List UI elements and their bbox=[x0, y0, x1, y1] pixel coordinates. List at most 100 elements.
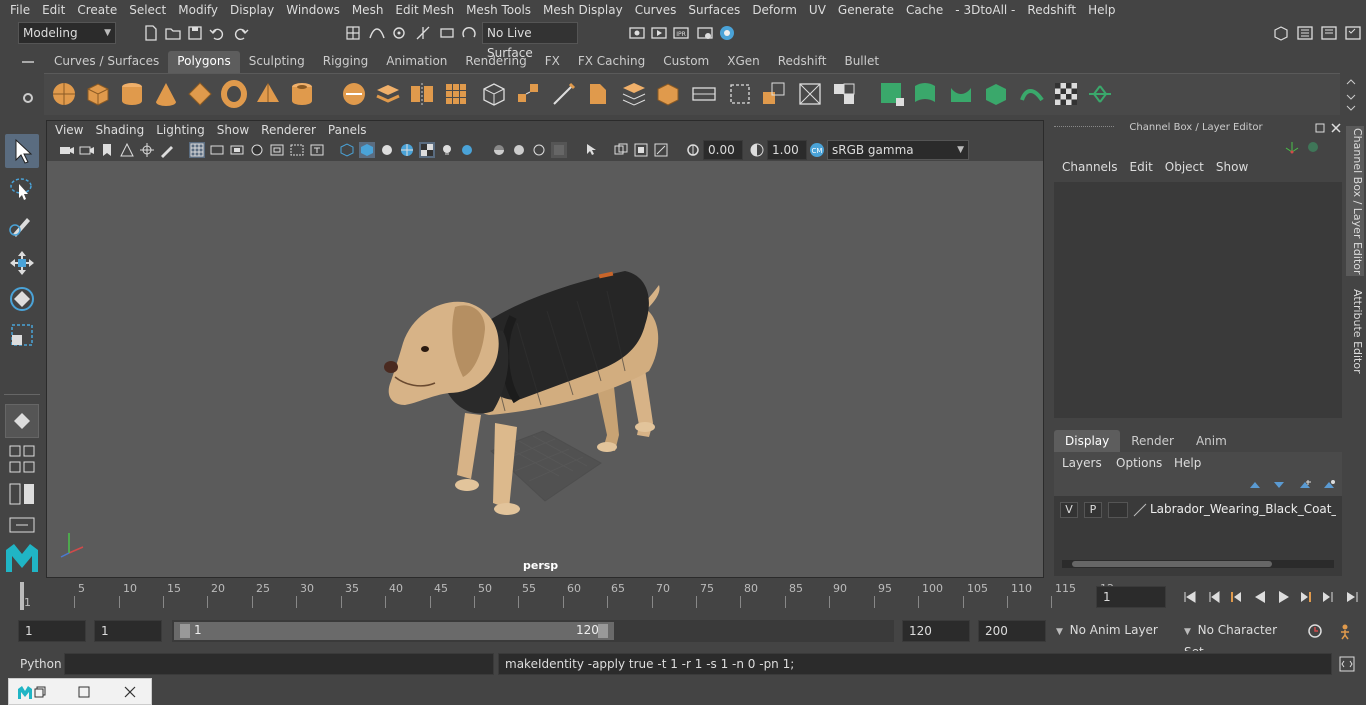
maximize-icon[interactable] bbox=[77, 685, 91, 699]
toggle-tool-settings-icon[interactable] bbox=[1344, 24, 1362, 42]
green-poly-tool-4-icon[interactable] bbox=[982, 80, 1010, 108]
close-icon[interactable] bbox=[123, 685, 137, 699]
grid-toggle-icon[interactable] bbox=[189, 142, 205, 158]
new-scene-icon[interactable] bbox=[142, 24, 160, 42]
poly-sphere-icon[interactable] bbox=[50, 80, 78, 108]
menu-deform[interactable]: Deform bbox=[746, 3, 803, 17]
side-by-side-layout-icon[interactable] bbox=[8, 482, 36, 506]
layer-tab-render[interactable]: Render bbox=[1120, 430, 1185, 452]
play-backwards-icon[interactable] bbox=[1252, 589, 1268, 605]
shelf-tab-redshift[interactable]: Redshift bbox=[769, 51, 836, 73]
wireframe-icon[interactable] bbox=[339, 142, 355, 158]
channel-box-menu-show[interactable]: Show bbox=[1210, 160, 1254, 174]
render-sequence-icon[interactable] bbox=[650, 24, 668, 42]
viewport-menu-renderer[interactable]: Renderer bbox=[255, 123, 322, 137]
animation-preferences-icon[interactable] bbox=[1336, 622, 1354, 640]
shadows-icon[interactable] bbox=[459, 142, 475, 158]
close-icon[interactable] bbox=[1330, 122, 1342, 134]
rotate-tool-button[interactable] bbox=[5, 282, 39, 316]
ipr-render-icon[interactable]: IPR bbox=[672, 24, 690, 42]
depth-of-field-icon[interactable] bbox=[551, 142, 567, 158]
menu-uv[interactable]: UV bbox=[803, 3, 832, 17]
menu-windows[interactable]: Windows bbox=[280, 3, 346, 17]
exposure-field[interactable]: 0.00 bbox=[703, 140, 743, 160]
make-live-icon[interactable] bbox=[460, 24, 478, 42]
bevel-icon[interactable] bbox=[584, 80, 612, 108]
menu-redshift[interactable]: Redshift bbox=[1021, 3, 1082, 17]
shelf-tab-rendering[interactable]: Rendering bbox=[456, 51, 535, 73]
new-layer-icon[interactable] bbox=[1298, 478, 1312, 492]
shelf-scroll-arrows-icon[interactable] bbox=[1346, 78, 1356, 112]
render-frame-icon[interactable] bbox=[628, 24, 646, 42]
poly-cube-icon[interactable] bbox=[84, 80, 112, 108]
color-management-icon[interactable]: CM bbox=[809, 142, 825, 158]
animation-start-field[interactable]: 1 bbox=[18, 620, 86, 642]
anti-aliasing-icon[interactable] bbox=[531, 142, 547, 158]
lasso-tool-button[interactable] bbox=[5, 172, 39, 206]
script-editor-icon[interactable] bbox=[1338, 655, 1356, 673]
move-tool-button[interactable] bbox=[5, 246, 39, 280]
layer-display-type-toggle[interactable] bbox=[1108, 502, 1128, 518]
poly-pyramid-icon[interactable] bbox=[254, 80, 282, 108]
move-layer-down-icon[interactable] bbox=[1272, 478, 1286, 492]
current-frame-field[interactable]: 1 bbox=[1096, 586, 1166, 608]
shelf-tab-xgen[interactable]: XGen bbox=[718, 51, 769, 73]
safe-action-icon[interactable] bbox=[289, 142, 305, 158]
gate-mask-icon[interactable] bbox=[249, 142, 265, 158]
shelf-tab-fx[interactable]: FX bbox=[536, 51, 569, 73]
grease-pencil-icon[interactable] bbox=[159, 142, 175, 158]
poly-torus-icon[interactable] bbox=[220, 80, 248, 108]
options-menu[interactable]: Options bbox=[1116, 456, 1162, 470]
xray-joints-icon[interactable] bbox=[633, 142, 649, 158]
layer-visibility-toggle[interactable]: V bbox=[1060, 502, 1078, 518]
channel-box-menu-channels[interactable]: Channels bbox=[1056, 160, 1124, 174]
layer-tab-display[interactable]: Display bbox=[1054, 430, 1121, 452]
resolution-gate-icon[interactable] bbox=[229, 142, 245, 158]
multi-cut-icon[interactable] bbox=[550, 80, 578, 108]
shelf-tab-sculpting[interactable]: Sculpting bbox=[240, 51, 314, 73]
restore-icon[interactable] bbox=[33, 685, 47, 699]
move-layer-up-icon[interactable] bbox=[1248, 478, 1262, 492]
live-surface-field[interactable]: No Live Surface bbox=[482, 22, 578, 60]
menu-select[interactable]: Select bbox=[123, 3, 172, 17]
shelf-tab-bullet[interactable]: Bullet bbox=[835, 51, 888, 73]
xray-active-components-icon[interactable] bbox=[653, 142, 669, 158]
bookmark-icon[interactable] bbox=[99, 142, 115, 158]
separate-icon[interactable] bbox=[374, 80, 402, 108]
snap-point-icon[interactable] bbox=[390, 24, 408, 42]
paint-select-tool-button[interactable] bbox=[5, 208, 39, 242]
animation-end-field[interactable]: 200 bbox=[978, 620, 1046, 642]
play-forwards-icon[interactable] bbox=[1276, 589, 1292, 605]
viewport-menu-show[interactable]: Show bbox=[211, 123, 255, 137]
single-perspective-layout-button[interactable] bbox=[5, 404, 39, 438]
outliner-layout-icon[interactable] bbox=[8, 516, 36, 534]
current-time-indicator[interactable] bbox=[20, 582, 24, 610]
textured-icon[interactable] bbox=[419, 142, 435, 158]
xray-icon[interactable] bbox=[613, 142, 629, 158]
shelf-settings-gear-icon[interactable] bbox=[20, 90, 36, 106]
four-view-layout-icon[interactable] bbox=[8, 444, 36, 474]
anim-layer-dropdown[interactable]: ▼ No Anim Layer bbox=[1052, 620, 1174, 642]
green-poly-tool-1-icon[interactable] bbox=[878, 80, 906, 108]
step-forward-key-icon[interactable] bbox=[1320, 589, 1336, 605]
layers-menu[interactable]: Layers bbox=[1062, 456, 1102, 470]
gamma-icon[interactable] bbox=[749, 142, 765, 158]
render-settings-icon[interactable] bbox=[696, 24, 714, 42]
viewport-menu-view[interactable]: View bbox=[49, 123, 89, 137]
combine-icon[interactable] bbox=[340, 80, 368, 108]
green-circle-icon[interactable] bbox=[1306, 140, 1320, 154]
channel-list-area[interactable] bbox=[1054, 182, 1342, 418]
character-set-dropdown[interactable]: ▼ No Character Set bbox=[1180, 620, 1300, 659]
automatic-mapping-icon[interactable] bbox=[760, 80, 788, 108]
use-all-lights-icon[interactable] bbox=[439, 142, 455, 158]
menu-cache[interactable]: Cache bbox=[900, 3, 949, 17]
go-to-start-icon[interactable] bbox=[1182, 589, 1198, 605]
snap-view-plane-icon[interactable] bbox=[438, 24, 456, 42]
image-plane-icon[interactable] bbox=[119, 142, 135, 158]
cut-uv-icon[interactable] bbox=[796, 80, 824, 108]
step-forward-frame-icon[interactable] bbox=[1298, 589, 1314, 605]
poly-cylinder-icon[interactable] bbox=[118, 80, 146, 108]
shelf-tab-curves-surfaces[interactable]: Curves / Surfaces bbox=[45, 51, 168, 73]
isolate-select-icon[interactable] bbox=[583, 142, 599, 158]
range-slider-track[interactable]: 1 120 bbox=[172, 620, 894, 642]
